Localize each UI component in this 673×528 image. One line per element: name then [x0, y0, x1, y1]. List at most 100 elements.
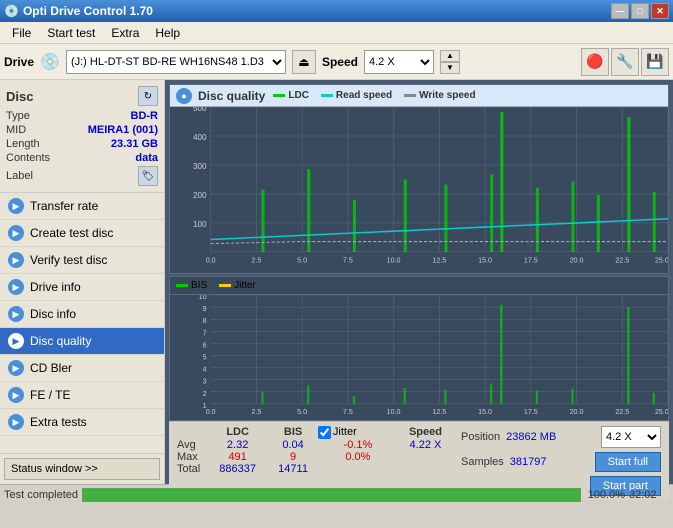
titlebar-title: Opti Drive Control 1.70: [23, 4, 611, 18]
menu-start-test[interactable]: Start test: [39, 24, 103, 42]
progress-time: 32:02: [629, 489, 669, 501]
drive-select[interactable]: (J:) HL-DT-ST BD-RE WH16NS48 1.D3: [66, 50, 286, 74]
nav-icon-drive: ▶: [8, 279, 24, 295]
nav-items: ▶ Transfer rate ▶ Create test disc ▶ Ver…: [0, 193, 164, 453]
disc-type-value: BD-R: [131, 110, 159, 122]
svg-text:10.0: 10.0: [387, 408, 401, 416]
speed-header: Speed: [398, 426, 453, 439]
svg-text:5.0: 5.0: [297, 256, 307, 264]
svg-text:7.5: 7.5: [343, 256, 353, 264]
top-chart-svg: 500 400 300 200 100 16 X 14 X 12 X 10 X …: [170, 107, 668, 273]
top-chart-panel: ● Disc quality LDC Read speed Write spee…: [169, 84, 669, 274]
svg-text:7: 7: [203, 329, 207, 337]
svg-text:200: 200: [193, 191, 207, 200]
total-ldc: 886337: [207, 463, 268, 475]
legend-write-speed: Write speed: [404, 90, 476, 101]
speed-select[interactable]: 4.2 X: [364, 50, 434, 74]
avg-ldc: 2.32: [207, 439, 268, 451]
disc-title: Disc: [6, 89, 33, 104]
nav-icon-disc-quality: ▶: [8, 333, 24, 349]
svg-text:20.0: 20.0: [570, 256, 584, 264]
max-ldc: 491: [207, 451, 268, 463]
svg-text:9: 9: [203, 305, 207, 313]
disc-length-value: 23.31 GB: [111, 138, 158, 150]
disc-type-label: Type: [6, 110, 30, 122]
jitter-legend-color: [219, 284, 231, 287]
nav-transfer-rate[interactable]: ▶ Transfer rate: [0, 193, 164, 220]
samples-label: Samples: [461, 456, 504, 468]
legend-bis: BIS: [176, 280, 207, 291]
bottom-chart-panel: BIS Jitter: [169, 276, 669, 421]
svg-text:10: 10: [199, 295, 207, 301]
disc-label-row: Label 🏷: [6, 166, 158, 186]
speed-up-button[interactable]: ▲: [440, 50, 460, 62]
bottom-chart-svg: 10 9 8 7 6 5 4 3 2 1 10% 8% 6%: [170, 295, 668, 416]
nav-icon-transfer: ▶: [8, 198, 24, 214]
disc-mid-row: MID MEIRA1 (001): [6, 124, 158, 136]
nav-extra-tests[interactable]: ▶ Extra tests: [0, 409, 164, 436]
nav-verify-test[interactable]: ▶ Verify test disc: [0, 247, 164, 274]
close-button[interactable]: ✕: [651, 3, 669, 19]
avg-jitter: -0.1%: [318, 439, 398, 451]
avg-bis: 0.04: [268, 439, 318, 451]
total-bis: 14711: [268, 463, 318, 475]
toolbar-btn-2[interactable]: 🔧: [611, 48, 639, 76]
chart-title-icon: ●: [176, 88, 192, 104]
svg-text:25.0 GB: 25.0 GB: [655, 256, 668, 264]
disc-contents-row: Contents data: [6, 152, 158, 164]
nav-drive-info[interactable]: ▶ Drive info: [0, 274, 164, 301]
nav-cd-bler[interactable]: ▶ CD Bler: [0, 355, 164, 382]
nav-label-disc-quality: Disc quality: [30, 334, 91, 348]
start-full-button[interactable]: Start full: [595, 452, 661, 472]
status-window-button[interactable]: Status window >>: [4, 458, 160, 480]
menu-help[interactable]: Help: [147, 24, 188, 42]
nav-disc-quality[interactable]: ▶ Disc quality: [0, 328, 164, 355]
nav-fe-te[interactable]: ▶ FE / TE: [0, 382, 164, 409]
svg-text:3: 3: [203, 377, 207, 385]
svg-text:8: 8: [203, 317, 207, 325]
stats-avg-row: Avg 2.32 0.04 -0.1% 4.22 X: [177, 439, 453, 451]
legend-ldc: LDC: [273, 90, 309, 101]
jitter-checkbox[interactable]: [318, 426, 331, 439]
jitter-legend-label: Jitter: [234, 280, 256, 291]
nav-label-create: Create test disc: [30, 226, 113, 240]
disc-label-label: Label: [6, 170, 33, 182]
svg-text:12.5: 12.5: [432, 408, 446, 416]
disc-contents-value: data: [135, 152, 158, 164]
svg-text:2: 2: [203, 389, 207, 397]
bottom-section: BIS Jitter: [169, 276, 669, 500]
toolbar-btn-3[interactable]: 💾: [641, 48, 669, 76]
speed-down-button[interactable]: ▼: [440, 62, 460, 74]
svg-text:0.0: 0.0: [206, 256, 216, 264]
speed-select[interactable]: 4.2 X: [601, 426, 661, 448]
nav-disc-info[interactable]: ▶ Disc info: [0, 301, 164, 328]
menu-file[interactable]: File: [4, 24, 39, 42]
nav-icon-cd-bler: ▶: [8, 360, 24, 376]
content-area: ● Disc quality LDC Read speed Write spee…: [165, 80, 673, 484]
disc-refresh-button[interactable]: ↻: [138, 86, 158, 106]
svg-text:25.0 GB: 25.0 GB: [655, 408, 668, 416]
legend-read-speed: Read speed: [321, 90, 392, 101]
nav-create-test[interactable]: ▶ Create test disc: [0, 220, 164, 247]
disc-label-icon-button[interactable]: 🏷: [138, 166, 158, 186]
bottom-chart-legend: BIS Jitter: [176, 280, 256, 291]
disc-contents-label: Contents: [6, 152, 50, 164]
avg-label: Avg: [177, 439, 207, 451]
progress-bar-container: Test completed 100.0% 32:02: [0, 484, 673, 504]
svg-text:100: 100: [193, 220, 207, 229]
maximize-button[interactable]: □: [631, 3, 649, 19]
nav-icon-disc-info: ▶: [8, 306, 24, 322]
total-label: Total: [177, 463, 207, 475]
toolbar-btn-1[interactable]: 🔴: [581, 48, 609, 76]
nav-icon-extra: ▶: [8, 414, 24, 430]
svg-text:20.0: 20.0: [570, 408, 584, 416]
drive-eject-button[interactable]: ⏏: [292, 50, 316, 74]
svg-text:12.5: 12.5: [432, 256, 446, 264]
max-bis: 9: [268, 451, 318, 463]
minimize-button[interactable]: —: [611, 3, 629, 19]
max-jitter: 0.0%: [318, 451, 398, 463]
svg-text:10.0: 10.0: [387, 256, 401, 264]
titlebar: 💿 Opti Drive Control 1.70 — □ ✕: [0, 0, 673, 22]
read-speed-legend-color: [321, 94, 333, 97]
menu-extra[interactable]: Extra: [103, 24, 147, 42]
